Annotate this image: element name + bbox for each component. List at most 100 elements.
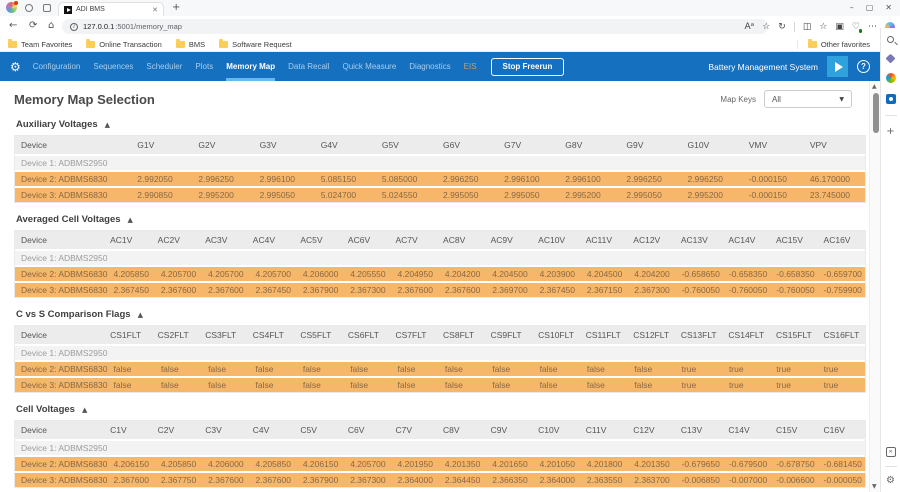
browser-essentials-icon[interactable]: ♡ — [852, 22, 860, 32]
more-options-icon[interactable]: ⋯ — [868, 22, 877, 32]
col-cs8flt: CS8FLT — [437, 330, 485, 340]
scrollbar-thumb[interactable] — [873, 93, 879, 133]
search-icon[interactable] — [887, 36, 894, 43]
value-cell: 4.204500 — [486, 269, 533, 279]
nav-item-configuration[interactable]: Configuration — [33, 52, 81, 81]
close-button[interactable]: ✕ — [885, 4, 892, 12]
read-aloud-icon[interactable]: Aᵃ — [745, 22, 755, 32]
table-row[interactable]: Device 2: ADBMS68304.2058504.2057004.205… — [15, 267, 865, 281]
value-cell: true — [723, 364, 770, 374]
value-cell: 2.996250 — [682, 174, 743, 184]
value-cell: 2.996100 — [254, 174, 315, 184]
value-cell: false — [534, 380, 581, 390]
value-cell: -0.000150 — [743, 190, 804, 200]
table-row[interactable]: Device 3: ADBMS68302.3676002.3677502.367… — [15, 473, 865, 487]
table-row[interactable]: Device 1: ADBMS2950 — [15, 441, 865, 455]
add-sidebar-item-icon[interactable]: + — [886, 127, 894, 137]
value-cell: -0.659700 — [818, 269, 865, 279]
table-row[interactable]: Device 1: ADBMS2950 — [15, 251, 865, 265]
table-row[interactable]: Device 3: ADBMS68302.9908502.9952002.995… — [15, 188, 865, 202]
nav-item-data-recall[interactable]: Data Recall — [288, 52, 329, 81]
value-cell: 4.205550 — [344, 269, 391, 279]
bookmark-bms[interactable]: BMS — [176, 40, 205, 49]
table-row[interactable]: Device 3: ADBMS68302.3674502.3676002.367… — [15, 283, 865, 297]
nav-item-scheduler[interactable]: Scheduler — [146, 52, 182, 81]
bookmark-online-transaction[interactable]: Online Transaction — [86, 40, 162, 49]
value-cell: 2.367150 — [581, 285, 628, 295]
nav-item-eis[interactable]: EIS — [464, 52, 477, 81]
favorites-icon[interactable]: ☆ — [819, 22, 827, 32]
other-favorites[interactable]: Other favorites — [797, 40, 880, 49]
microsoft365-icon[interactable] — [886, 73, 896, 83]
scroll-down-icon[interactable]: ▼ — [872, 483, 877, 490]
value-cell: 2.995050 — [437, 190, 498, 200]
collapse-icon[interactable]: ▲ — [138, 311, 143, 319]
tab-close-icon[interactable]: ✕ — [152, 6, 158, 14]
nav-item-memory-map[interactable]: Memory Map — [226, 52, 275, 81]
add-favorite-icon[interactable]: ☆ — [762, 22, 770, 32]
browser-tab[interactable]: ADI BMS ✕ — [58, 2, 164, 16]
collections-icon[interactable]: ▣ — [835, 22, 844, 32]
drop-icon[interactable] — [886, 94, 896, 104]
table-header-row: DeviceG1VG2VG3VG4VG5VG6VG7VG8VG9VG10VVMV… — [15, 136, 865, 154]
value-cell: 4.205850 — [250, 459, 297, 469]
help-icon[interactable]: ? — [857, 60, 870, 73]
table-row[interactable]: Device 3: ADBMS6830falsefalsefalsefalsef… — [15, 378, 865, 392]
nav-item-sequences[interactable]: Sequences — [93, 52, 133, 81]
bookmark-label: Online Transaction — [99, 40, 162, 49]
section-auxiliary-voltages: Auxiliary Voltages▲DeviceG1VG2VG3VG4VG5V… — [14, 119, 866, 203]
minimize-button[interactable]: – — [850, 4, 854, 12]
split-screen-icon[interactable]: ◫ — [803, 22, 812, 32]
sidebar-divider — [885, 115, 897, 116]
nav-item-plots[interactable]: Plots — [195, 52, 213, 81]
nav-item-diagnostics[interactable]: Diagnostics — [409, 52, 450, 81]
collapse-icon[interactable]: ▲ — [128, 216, 133, 224]
screenshot-icon[interactable] — [886, 447, 896, 457]
value-cell: -0.760050 — [770, 285, 817, 295]
profile-avatar-icon[interactable] — [6, 2, 17, 13]
shopping-icon[interactable] — [886, 54, 896, 64]
value-cell: 2.367600 — [392, 285, 439, 295]
col-ac14v: AC14V — [722, 235, 770, 245]
scroll-up-icon[interactable]: ▲ — [872, 83, 877, 90]
device-cell: Device 1: ADBMS2950 — [15, 253, 107, 263]
sync-icon[interactable]: ↻ — [778, 22, 786, 32]
col-cs4flt: CS4FLT — [247, 330, 295, 340]
tab-actions-icon[interactable] — [43, 4, 51, 12]
new-tab-button[interactable]: + — [172, 3, 180, 13]
col-c3v: C3V — [199, 425, 247, 435]
col-g6v: G6V — [437, 140, 498, 150]
maximize-button[interactable]: ▢ — [866, 4, 874, 12]
brand-title: Battery Management System — [708, 62, 818, 72]
value-cell: 4.204200 — [439, 269, 486, 279]
table-row[interactable]: Device 2: ADBMS6830falsefalsefalsefalsef… — [15, 362, 865, 376]
table-row[interactable]: Device 1: ADBMS2950 — [15, 346, 865, 360]
bookmark-software-request[interactable]: Software Request — [219, 40, 292, 49]
settings-gear-icon[interactable]: ⚙ — [10, 61, 21, 73]
workspaces-icon[interactable] — [25, 4, 33, 12]
value-cell: -0.679650 — [676, 459, 723, 469]
collapse-icon[interactable]: ▲ — [105, 121, 110, 129]
page-scrollbar[interactable]: ▲ ▼ — [869, 81, 880, 492]
stop-freerun-button[interactable]: Stop Freerun — [491, 58, 565, 76]
value-cell: false — [581, 364, 628, 374]
back-icon[interactable]: ← — [9, 20, 17, 32]
refresh-icon[interactable]: ⟳ — [29, 20, 37, 32]
play-button[interactable] — [827, 56, 848, 77]
value-cell: false — [344, 380, 391, 390]
table-row[interactable]: Device 1: ADBMS2950 — [15, 156, 865, 170]
folder-icon — [8, 41, 17, 48]
col-g10v: G10V — [682, 140, 743, 150]
home-icon[interactable]: ⌂ — [48, 20, 54, 32]
collapse-icon[interactable]: ▲ — [82, 406, 87, 414]
address-bar[interactable]: i 127.0.0.1:5001/memory_map — [62, 19, 768, 34]
map-keys-select[interactable]: All ▼ — [764, 90, 852, 108]
table-row[interactable]: Device 2: ADBMS68302.9920502.9962502.996… — [15, 172, 865, 186]
table-row[interactable]: Device 2: ADBMS68304.2061504.2058504.206… — [15, 457, 865, 471]
value-cell: false — [250, 380, 297, 390]
site-info-icon[interactable]: i — [70, 23, 78, 31]
value-cell: 2.995200 — [559, 190, 620, 200]
bookmark-team-favorites[interactable]: Team Favorites — [8, 40, 72, 49]
sidebar-settings-icon[interactable]: ⚙ — [886, 476, 895, 486]
nav-item-quick-measure[interactable]: Quick Measure — [342, 52, 396, 81]
